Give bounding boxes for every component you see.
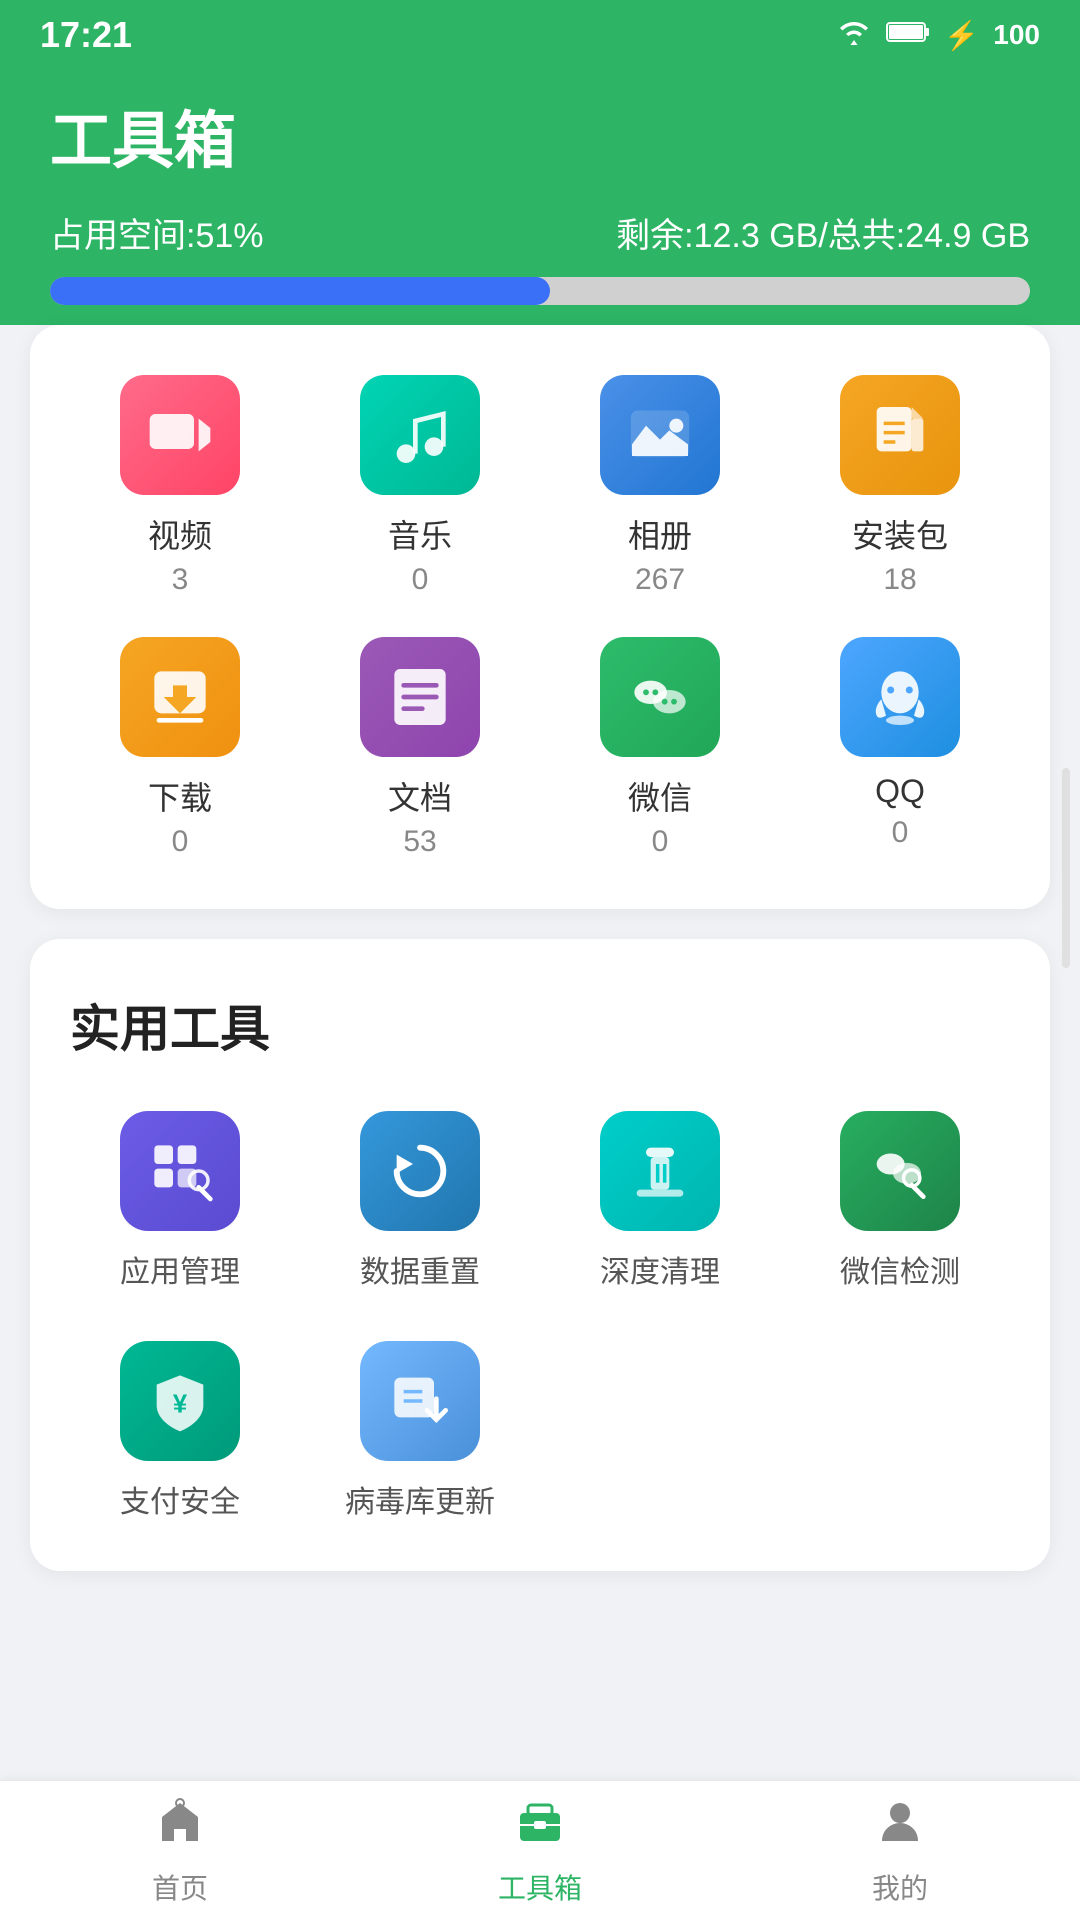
home-nav-label: 首页 — [152, 1867, 208, 1907]
tool-datareset[interactable]: 数据重置 — [310, 1111, 530, 1291]
wifi-icon — [836, 18, 872, 53]
scroll-indicator — [1062, 768, 1070, 968]
tool-virusupdate[interactable]: 病毒库更新 — [310, 1341, 530, 1521]
apk-count: 18 — [883, 563, 916, 597]
page-title: 工具箱 — [50, 90, 1030, 180]
mine-nav-label: 我的 — [872, 1867, 928, 1907]
file-item-qq[interactable]: QQ 0 — [790, 637, 1010, 859]
docs-label: 文档 — [388, 773, 452, 819]
qq-icon — [840, 637, 960, 757]
nav-item-mine[interactable]: 我的 — [720, 1795, 1080, 1907]
battery-level: 100 — [993, 19, 1040, 51]
virusupdate-label: 病毒库更新 — [345, 1477, 495, 1521]
files-grid: 视频 3 音乐 0 — [70, 375, 1010, 859]
status-bar: 17:21 ⚡ 100 — [0, 0, 1080, 70]
file-item-download[interactable]: 下载 0 — [70, 637, 290, 859]
photo-count: 267 — [635, 563, 685, 597]
tool-deepclean[interactable]: 深度清理 — [550, 1111, 770, 1291]
app-header: 工具箱 占用空间:51% 剩余:12.3 GB/总共:24.9 GB — [0, 70, 1080, 355]
video-icon — [120, 375, 240, 495]
docs-count: 53 — [403, 825, 436, 859]
appmanage-label: 应用管理 — [120, 1247, 240, 1291]
wechat-count: 0 — [652, 825, 669, 859]
deepclean-label: 深度清理 — [600, 1247, 720, 1291]
battery-icon — [886, 19, 930, 51]
tools-card: 实用工具 应用管理 — [30, 939, 1050, 1571]
wxcheck-label: 微信检测 — [840, 1247, 960, 1291]
storage-row: 占用空间:51% 剩余:12.3 GB/总共:24.9 GB — [50, 208, 1030, 257]
docs-icon — [360, 637, 480, 757]
nav-item-toolbox[interactable]: 工具箱 — [360, 1795, 720, 1907]
appmanage-icon — [120, 1111, 240, 1231]
wxcheck-icon — [840, 1111, 960, 1231]
download-count: 0 — [172, 825, 189, 859]
virusupdate-icon — [360, 1341, 480, 1461]
tool-paysafe[interactable]: ¥ 支付安全 — [70, 1341, 290, 1521]
main-content: 视频 3 音乐 0 — [0, 325, 1080, 1731]
wechat-icon — [600, 637, 720, 757]
download-icon — [120, 637, 240, 757]
wechat-label: 微信 — [628, 773, 692, 819]
charge-icon: ⚡ — [944, 19, 979, 52]
home-nav-icon — [154, 1795, 206, 1859]
nav-item-home[interactable]: 首页 — [0, 1795, 360, 1907]
status-icons: ⚡ 100 — [836, 18, 1040, 53]
qq-label: QQ — [875, 773, 925, 810]
file-item-wechat[interactable]: 微信 0 — [550, 637, 770, 859]
file-item-photo[interactable]: 相册 267 — [550, 375, 770, 597]
music-label: 音乐 — [388, 511, 452, 557]
music-icon — [360, 375, 480, 495]
status-time: 17:21 — [40, 14, 132, 56]
paysafe-icon: ¥ — [120, 1341, 240, 1461]
photo-label: 相册 — [628, 511, 692, 557]
file-item-music[interactable]: 音乐 0 — [310, 375, 530, 597]
toolbox-nav-icon — [514, 1795, 566, 1859]
datareset-icon — [360, 1111, 480, 1231]
storage-progress-fill — [50, 277, 550, 305]
mine-nav-icon — [874, 1795, 926, 1859]
apk-label: 安装包 — [852, 511, 948, 557]
file-item-video[interactable]: 视频 3 — [70, 375, 290, 597]
file-item-apk[interactable]: 安装包 18 — [790, 375, 1010, 597]
bottom-nav: 首页 工具箱 我的 — [0, 1780, 1080, 1920]
qq-count: 0 — [892, 816, 909, 850]
datareset-label: 数据重置 — [360, 1247, 480, 1291]
file-item-docs[interactable]: 文档 53 — [310, 637, 530, 859]
photo-icon — [600, 375, 720, 495]
storage-used-label: 占用空间:51% — [50, 208, 264, 257]
apk-icon — [840, 375, 960, 495]
download-label: 下载 — [148, 773, 212, 819]
paysafe-label: 支付安全 — [120, 1477, 240, 1521]
music-count: 0 — [412, 563, 429, 597]
svg-text:¥: ¥ — [173, 1391, 188, 1419]
files-card: 视频 3 音乐 0 — [30, 325, 1050, 909]
video-count: 3 — [172, 563, 189, 597]
toolbox-nav-label: 工具箱 — [498, 1867, 582, 1907]
video-label: 视频 — [148, 511, 212, 557]
storage-progress-bg — [50, 277, 1030, 305]
tools-grid: 应用管理 数据重置 — [70, 1111, 1010, 1521]
storage-remaining-label: 剩余:12.3 GB/总共:24.9 GB — [616, 208, 1030, 257]
tool-wxcheck[interactable]: 微信检测 — [790, 1111, 1010, 1291]
tool-appmanage[interactable]: 应用管理 — [70, 1111, 290, 1291]
tools-section-title: 实用工具 — [70, 989, 1010, 1061]
deepclean-icon — [600, 1111, 720, 1231]
